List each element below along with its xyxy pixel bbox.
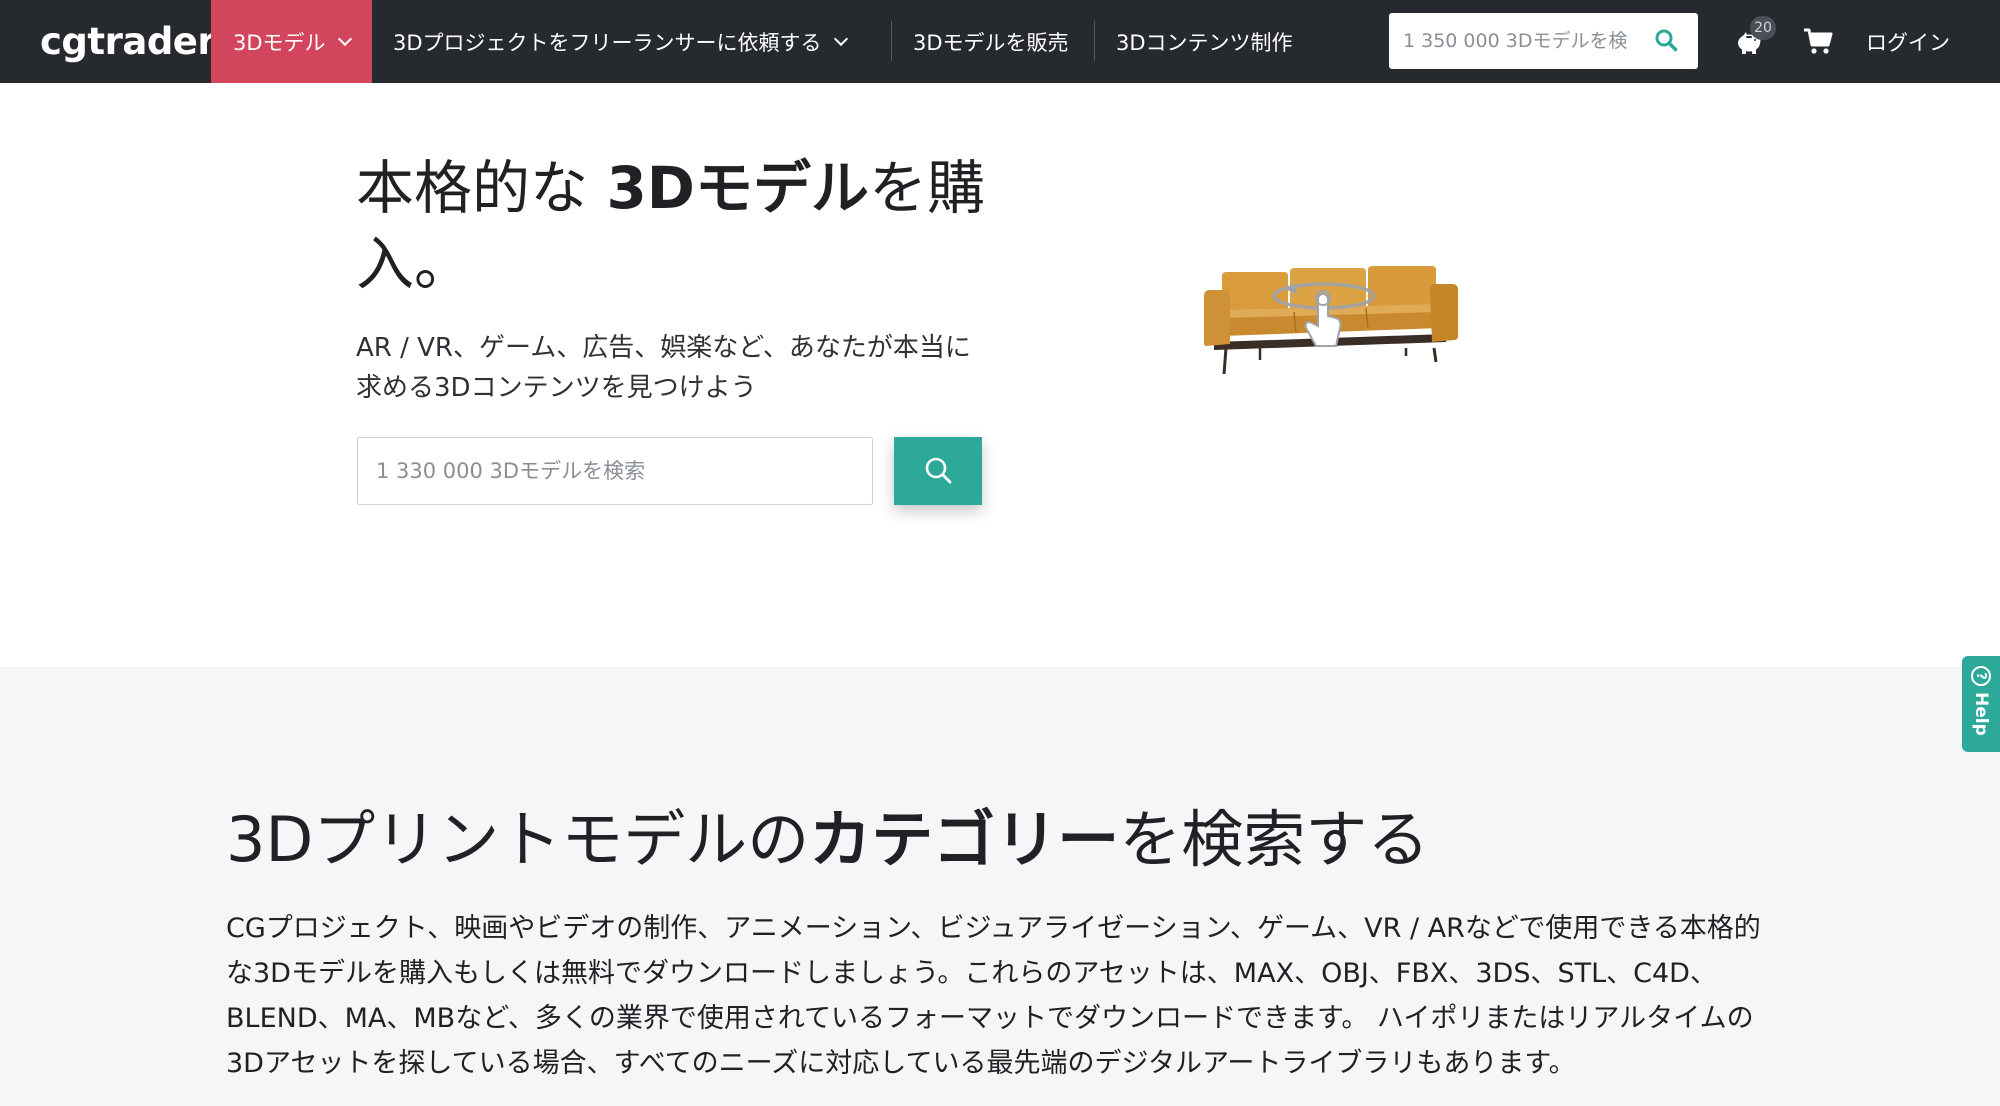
help-label: Help xyxy=(1971,692,1991,736)
hero-subtitle: AR / VR、ゲーム、広告、娯楽など、あなたが本当に求める3Dコンテンツを見つ… xyxy=(356,333,971,403)
search-icon xyxy=(923,455,953,488)
categories-title: 3Dプリントモデルのカテゴリーを検索する xyxy=(226,800,1826,880)
hero-search-box xyxy=(357,437,873,505)
cart-icon[interactable] xyxy=(1803,27,1833,55)
top-navigation-bar: cgtrader 3Dモデル 3Dプロジェクトをフリーランサーに依頼する 3Dモ… xyxy=(0,0,2000,83)
hero-title: 本格的な 3Dモデルを購入。 xyxy=(356,150,996,302)
nav-hire-freelancer-label: 3Dプロジェクトをフリーランサーに依頼する xyxy=(393,30,822,55)
header-search-input[interactable] xyxy=(1403,30,1628,52)
cgtrader-logo[interactable]: cgtrader xyxy=(40,0,216,83)
nav-divider xyxy=(1094,21,1095,61)
question-circle-icon: ? xyxy=(1971,666,1991,686)
nav-sell-3d-models[interactable]: 3Dモデルを販売 xyxy=(913,0,1069,83)
hero-title-bold: 3Dモデル xyxy=(606,154,869,222)
categories-title-post: を検索する xyxy=(1119,803,1430,876)
categories-title-pre: 3Dプリントモデルの xyxy=(226,803,810,876)
sofa-360-rotate-image xyxy=(1200,262,1460,382)
chevron-down-icon xyxy=(833,31,848,46)
categories-description: CGプロジェクト、映画やビデオの制作、アニメーション、ビジュアライゼーション、ゲ… xyxy=(226,913,1761,1079)
nav-hire-freelancer[interactable]: 3Dプロジェクトをフリーランサーに依頼する xyxy=(393,0,848,83)
rewards-count-badge: 20 xyxy=(1750,16,1776,40)
chevron-down-icon xyxy=(337,31,352,46)
nav-sell-3d-models-label: 3Dモデルを販売 xyxy=(913,30,1069,55)
hero-title-pre: 本格的な xyxy=(356,154,607,222)
login-link[interactable]: ログイン xyxy=(1866,0,1950,83)
hero-search-button[interactable] xyxy=(894,437,982,505)
hero-search-input[interactable] xyxy=(358,438,872,504)
categories-title-bold: カテゴリー xyxy=(809,803,1120,876)
header-search-box xyxy=(1389,13,1698,69)
nav-3d-models-label: 3Dモデル xyxy=(233,30,326,55)
help-tab[interactable]: ? Help xyxy=(1962,656,2000,752)
search-icon[interactable] xyxy=(1654,28,1678,56)
nav-divider xyxy=(891,21,892,61)
nav-3d-content-production[interactable]: 3Dコンテンツ制作 xyxy=(1116,0,1293,83)
nav-3d-content-production-label: 3Dコンテンツ制作 xyxy=(1116,30,1293,55)
nav-3d-models[interactable]: 3Dモデル xyxy=(211,0,372,83)
